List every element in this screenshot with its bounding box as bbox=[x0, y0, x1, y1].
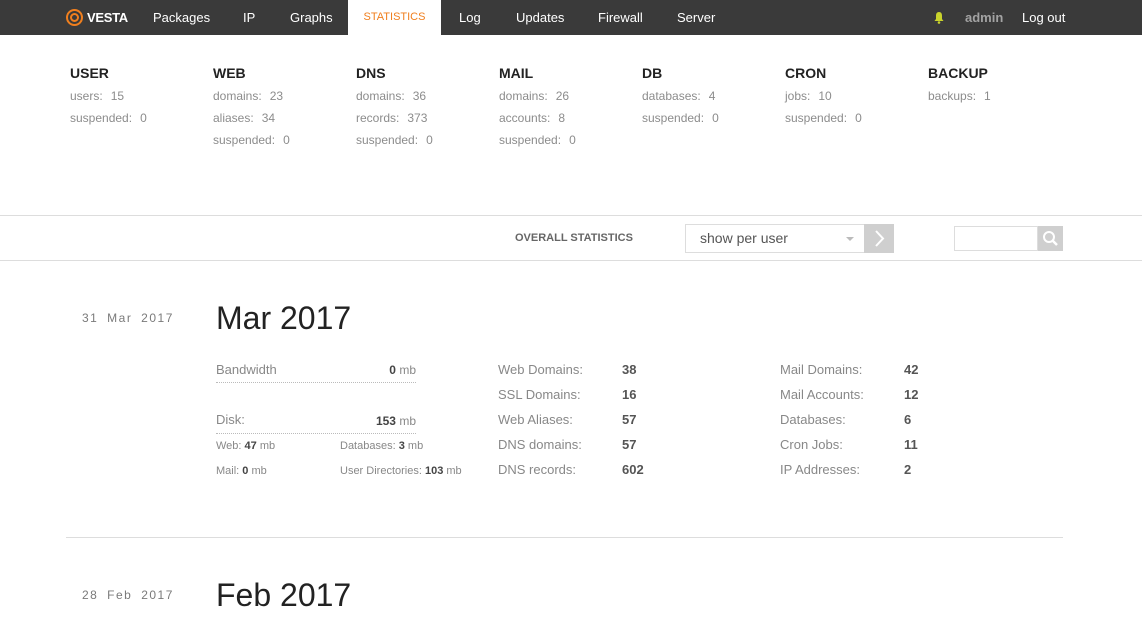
summary-row: suspended: 0 bbox=[785, 111, 862, 125]
brand-text: VESTA bbox=[87, 10, 128, 25]
summary-title: WEB bbox=[213, 65, 246, 81]
nav-ip[interactable]: IP bbox=[243, 0, 255, 35]
stat-value: 12 bbox=[904, 387, 919, 402]
chevron-right-icon bbox=[875, 230, 885, 247]
summary-title: CRON bbox=[785, 65, 827, 81]
dotted-divider bbox=[216, 433, 416, 434]
stat-label: Web Aliases: bbox=[498, 412, 573, 427]
disk-user-directories: User Directories: 103 mb bbox=[340, 465, 462, 477]
stat-value: 2 bbox=[904, 462, 912, 477]
stat-label: Web Domains: bbox=[498, 362, 584, 377]
summary-db: DB databases: 4 suspended: 0 bbox=[642, 65, 719, 127]
search-icon bbox=[1043, 231, 1058, 246]
stat-label: IP Addresses: bbox=[780, 462, 860, 477]
nav-server[interactable]: Server bbox=[677, 0, 715, 35]
summary-row: databases: 4 bbox=[642, 89, 716, 103]
summary-web: WEB domains: 23 aliases: 34 suspended: 0 bbox=[213, 65, 290, 149]
nav-firewall[interactable]: Firewall bbox=[598, 0, 643, 35]
bandwidth-label: Bandwidth bbox=[216, 362, 277, 377]
summary-row: domains: 36 bbox=[356, 89, 427, 103]
summary-row: backups: 1 bbox=[928, 89, 991, 103]
stat-value: 38 bbox=[622, 362, 637, 377]
stat-value: 602 bbox=[622, 462, 644, 477]
month-date: 28 Feb 2017 bbox=[82, 588, 174, 602]
summary-cron: CRON jobs: 10 suspended: 0 bbox=[785, 65, 862, 127]
dotted-divider bbox=[216, 382, 416, 383]
summary-row: suspended: 0 bbox=[499, 133, 576, 147]
stat-value: 16 bbox=[622, 387, 637, 402]
summary-row: users: 15 bbox=[70, 89, 125, 103]
stat-label: DNS domains: bbox=[498, 437, 582, 452]
summary-row: jobs: 10 bbox=[785, 89, 832, 103]
summary-dns: DNS domains: 36 records: 373 suspended: 0 bbox=[356, 65, 433, 149]
summary-title: BACKUP bbox=[928, 65, 988, 81]
apply-button[interactable] bbox=[864, 224, 894, 253]
stat-value: 11 bbox=[904, 437, 918, 452]
overall-statistics-link[interactable]: OVERALL STATISTICS bbox=[515, 232, 633, 244]
disk-mail: Mail: 0 mb bbox=[216, 465, 267, 477]
stat-label: SSL Domains: bbox=[498, 387, 581, 402]
summary-row: accounts: 8 bbox=[499, 111, 566, 125]
view-select[interactable]: show per user bbox=[685, 224, 865, 253]
divider bbox=[0, 215, 1142, 216]
summary-row: domains: 26 bbox=[499, 89, 570, 103]
summary-mail: MAIL domains: 26 accounts: 8 suspended: 0 bbox=[499, 65, 576, 149]
disk-label: Disk: bbox=[216, 412, 245, 427]
nav-log[interactable]: Log bbox=[459, 0, 481, 35]
stat-label: Databases: bbox=[780, 412, 846, 427]
bandwidth-value: 0 mb bbox=[389, 363, 416, 377]
summary-title: DNS bbox=[356, 65, 386, 81]
logo-ring-icon bbox=[66, 9, 83, 26]
summary-title: USER bbox=[70, 65, 109, 81]
stat-label: Mail Accounts: bbox=[780, 387, 864, 402]
summary-user: USER users: 15 suspended: 0 bbox=[70, 65, 147, 127]
vesta-logo[interactable]: VESTA bbox=[66, 9, 128, 26]
disk-value: 153 mb bbox=[375, 414, 416, 428]
stat-value: 57 bbox=[622, 412, 637, 427]
month-title: Feb 2017 bbox=[216, 577, 352, 613]
summary-row: aliases: 34 bbox=[213, 111, 276, 125]
disk-web: Web: 47 mb bbox=[216, 440, 276, 452]
summary-row: suspended: 0 bbox=[356, 133, 433, 147]
user-name-link[interactable]: admin bbox=[965, 0, 1003, 35]
summary-row: suspended: 0 bbox=[213, 133, 290, 147]
summary-title: MAIL bbox=[499, 65, 534, 81]
disk-databases: Databases: 3 mb bbox=[340, 440, 424, 452]
summary-row: suspended: 0 bbox=[70, 111, 147, 125]
top-navbar: VESTA Packages IP Graphs STATISTICS Log … bbox=[0, 0, 1142, 35]
nav-statistics[interactable]: STATISTICS bbox=[348, 0, 441, 35]
search-button[interactable] bbox=[1038, 226, 1063, 251]
logout-link[interactable]: Log out bbox=[1022, 0, 1065, 35]
stat-label: Cron Jobs: bbox=[780, 437, 843, 452]
nav-packages[interactable]: Packages bbox=[153, 0, 210, 35]
nav-graphs[interactable]: Graphs bbox=[290, 0, 333, 35]
view-select-value: show per user bbox=[700, 230, 788, 246]
summary-backup: BACKUP backups: 1 bbox=[928, 65, 991, 105]
month-date: 31 Mar 2017 bbox=[82, 311, 174, 325]
stat-value: 6 bbox=[904, 412, 912, 427]
divider bbox=[0, 260, 1142, 261]
summary-row: suspended: 0 bbox=[642, 111, 719, 125]
stat-label: Mail Domains: bbox=[780, 362, 863, 377]
summary-row: records: 373 bbox=[356, 111, 428, 125]
stat-value: 57 bbox=[622, 437, 637, 452]
stat-value: 42 bbox=[904, 362, 919, 377]
month-title: Mar 2017 bbox=[216, 300, 352, 336]
nav-updates[interactable]: Updates bbox=[516, 0, 564, 35]
caret-down-icon bbox=[846, 237, 854, 241]
stat-label: DNS records: bbox=[498, 462, 577, 477]
divider bbox=[66, 537, 1063, 538]
search-input[interactable] bbox=[954, 226, 1038, 251]
summary-title: DB bbox=[642, 65, 663, 81]
summary-row: domains: 23 bbox=[213, 89, 284, 103]
bell-icon[interactable] bbox=[934, 11, 944, 24]
